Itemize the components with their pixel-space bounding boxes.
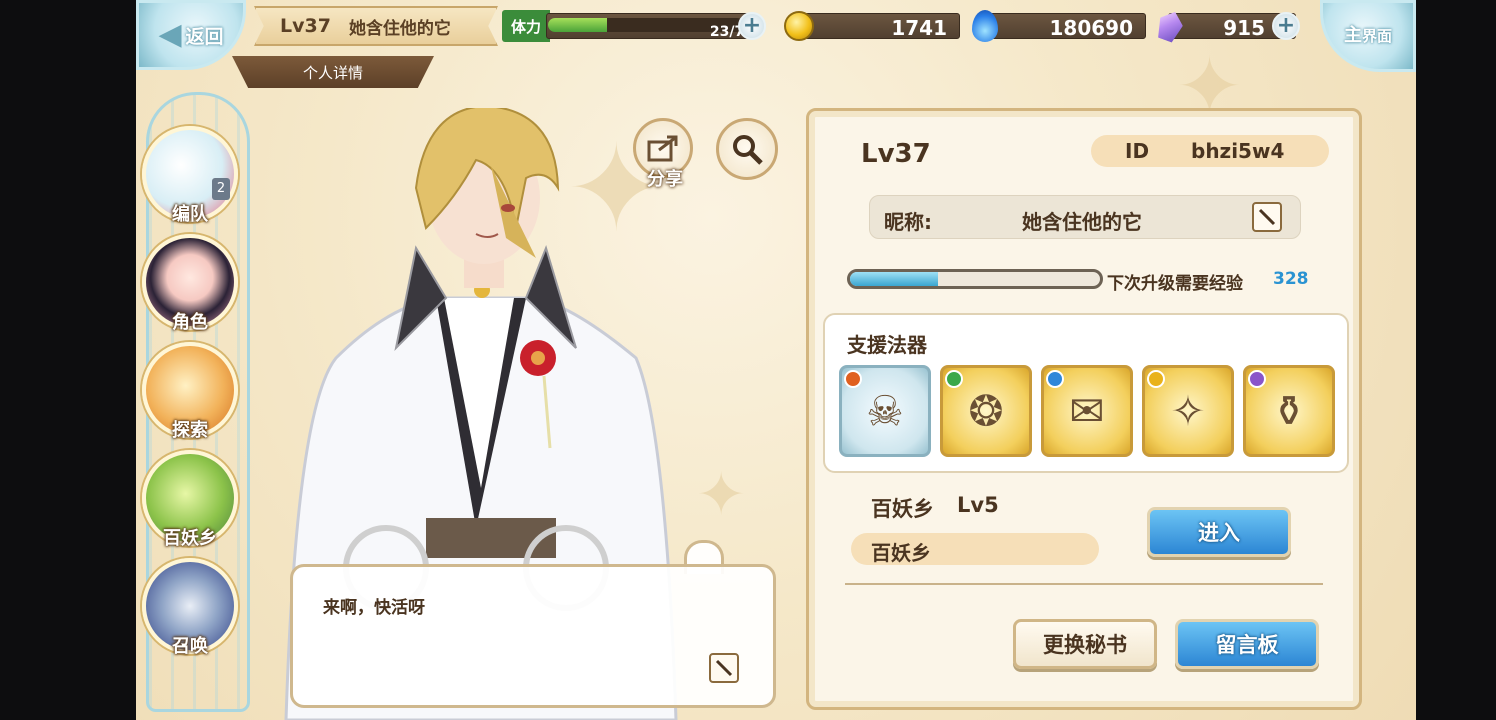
gold-value: 1741: [891, 16, 947, 40]
player-id-box: ID bhzi5w4: [1091, 135, 1329, 167]
enter-village-button[interactable]: 进入: [1147, 507, 1291, 557]
speech-text: 来啊，快活呀: [323, 598, 425, 618]
scroll-artifact-icon: ✉: [1069, 386, 1105, 436]
artifact-attribute-icon: [1248, 370, 1266, 388]
village-tag: 百妖乡: [851, 533, 1099, 565]
secretary-speech-bubble[interactable]: 来啊，快活呀: [290, 564, 776, 708]
add-gems-button[interactable]: +: [1272, 12, 1300, 40]
home-button[interactable]: 主界面: [1320, 0, 1416, 72]
pot-artifact-icon: ⚱: [1271, 386, 1307, 436]
divider: [845, 583, 1323, 585]
magnify-button[interactable]: [716, 118, 778, 180]
nav-item-village[interactable]: 百妖乡: [142, 450, 238, 549]
blade-artifact-icon: ✧: [1170, 386, 1206, 436]
exp-progress-bar: [847, 269, 1103, 289]
nav-item-label: 编队: [172, 204, 208, 225]
player-level-banner: Lv37 她含住他的它: [254, 6, 498, 46]
id-value: bhzi5w4: [1191, 139, 1285, 163]
artifact-attribute-icon: [1046, 370, 1064, 388]
game-screen: ✦ ✦ ✦ ◀ 返回 Lv37 她含住他的它 个人详情 体力 23/76 + 1…: [136, 0, 1416, 720]
back-label: 返回: [185, 25, 224, 48]
pencil-icon: [715, 659, 733, 677]
nickname-value: 她含住他的它: [1022, 210, 1142, 234]
gold-coin-icon: [784, 11, 814, 41]
team-slot-badge: 2: [212, 178, 230, 200]
nav-item-character[interactable]: 角色: [142, 234, 238, 333]
home-label-1: 主: [1343, 25, 1362, 46]
stamina-label: 体力: [502, 10, 550, 42]
profile-panel: Lv37 ID bhzi5w4 昵称: 她含住他的它 下次升级需要经验 328 …: [806, 108, 1362, 710]
blue-flame-icon: [972, 10, 998, 42]
exp-value: 328: [1273, 269, 1309, 289]
village-tag-text: 百妖乡: [871, 541, 931, 565]
nav-item-label: 召唤: [172, 636, 208, 657]
artifacts-title: 支援法器: [847, 333, 927, 357]
exp-progress-fill: [850, 272, 938, 286]
edit-nickname-button[interactable]: [1252, 202, 1282, 232]
nickname-label: 昵称:: [884, 210, 932, 234]
stamina-bar: 体力 23/76: [502, 10, 772, 42]
gold-counter: 1741: [784, 10, 960, 42]
share-icon: [647, 135, 678, 162]
artifact-slot[interactable]: ⚱: [1243, 365, 1335, 457]
artifact-attribute-icon: [1147, 370, 1165, 388]
edit-speech-button[interactable]: [709, 653, 739, 683]
page-title: 个人详情: [232, 56, 434, 88]
nav-item-label: 角色: [172, 312, 208, 333]
pencil-icon: [1258, 208, 1276, 226]
skull-heart-artifact-icon: ☠: [866, 386, 904, 436]
share-label: 分享: [647, 169, 683, 190]
nav-item-label: 百妖乡: [163, 528, 217, 549]
village-name: 百妖乡: [871, 497, 934, 521]
nav-item-team[interactable]: 2 编队: [142, 126, 238, 225]
background-sparkle: ✦: [696, 460, 747, 530]
profile-level: Lv37: [861, 139, 931, 169]
back-button[interactable]: ◀ 返回: [136, 0, 246, 70]
back-arrow-icon: ◀: [158, 17, 182, 52]
header-player-name: 她含住他的它: [348, 18, 451, 39]
home-label-2: 界面: [1361, 27, 1392, 45]
magnify-icon: [733, 135, 763, 165]
stamina-fill: [548, 18, 607, 32]
exp-label: 下次升级需要经验: [1107, 274, 1243, 294]
letterbox-left: [0, 0, 136, 720]
add-stamina-button[interactable]: +: [738, 12, 766, 40]
gem-value: 915: [1223, 16, 1265, 40]
crystal-crescent-artifact-icon: ❂: [968, 386, 1004, 436]
nav-item-label: 探索: [172, 420, 208, 441]
support-artifacts-box: 支援法器 ☠ ❂ ✉ ✧ ⚱: [823, 313, 1349, 473]
village-level: Lv5: [957, 493, 999, 517]
artifact-attribute-icon: [844, 370, 862, 388]
soul-counter: 180690: [972, 10, 1146, 42]
id-label: ID: [1125, 139, 1150, 163]
artifact-slot[interactable]: ☠: [839, 365, 931, 457]
page-title-text: 个人详情: [302, 63, 363, 82]
artifact-attribute-icon: [945, 370, 963, 388]
nav-item-explore[interactable]: 探索: [142, 342, 238, 441]
artifact-slot[interactable]: ✧: [1142, 365, 1234, 457]
header-level: Lv37: [280, 15, 331, 37]
soul-value: 180690: [1049, 16, 1134, 40]
artifact-slot[interactable]: ✉: [1041, 365, 1133, 457]
message-board-button[interactable]: 留言板: [1175, 619, 1319, 669]
change-secretary-button[interactable]: 更换秘书: [1013, 619, 1157, 669]
nav-item-summon[interactable]: 召唤: [142, 558, 238, 657]
artifact-slot[interactable]: ❂: [940, 365, 1032, 457]
nickname-field: 昵称: 她含住他的它: [869, 195, 1301, 239]
letterbox-right: [1416, 0, 1496, 720]
